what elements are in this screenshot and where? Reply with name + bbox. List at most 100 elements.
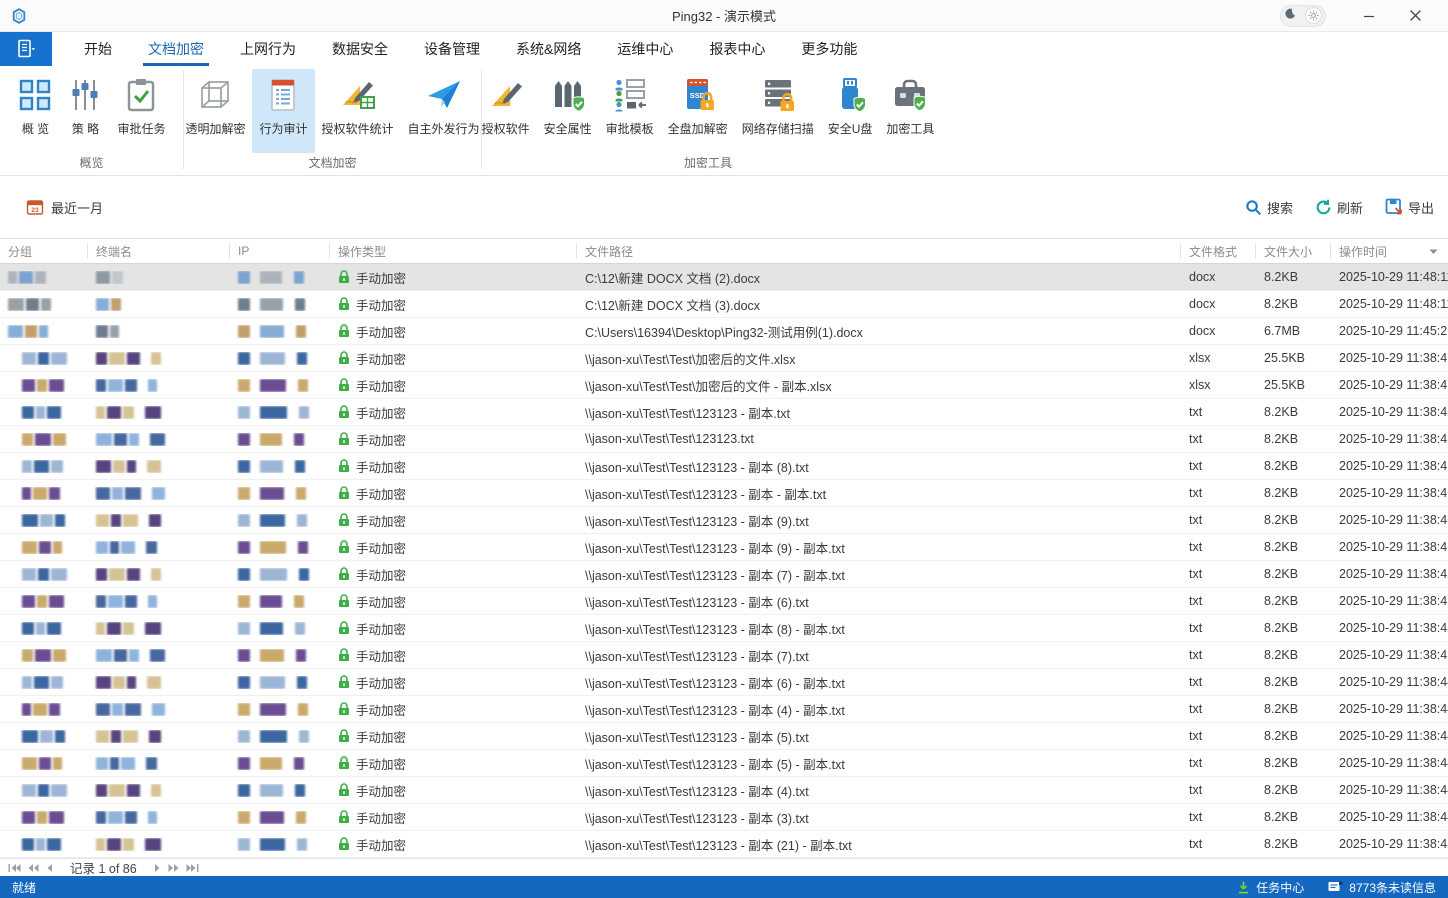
first-page-button[interactable] bbox=[8, 863, 21, 873]
table-row[interactable]: 手动加密 \\jason-xu\Test\Test\123123 - 副本 (8)… bbox=[0, 453, 1448, 480]
table-row[interactable]: 手动加密 C:\12\新建 DOCX 文档 (2).docx docx 8.2KB 20… bbox=[0, 264, 1448, 291]
redacted-group-cell bbox=[0, 837, 88, 851]
file-size-cell: 8.2KB bbox=[1264, 756, 1299, 770]
redacted-group-cell bbox=[0, 729, 88, 743]
column-header-group[interactable]: 分组 bbox=[0, 243, 88, 259]
download-icon bbox=[1239, 881, 1249, 893]
column-header-file-path[interactable]: 文件路径 bbox=[577, 243, 1181, 259]
tab-start[interactable]: 开始 bbox=[66, 32, 130, 66]
table-row[interactable]: 手动加密 \\jason-xu\Test\Test\123123 - 副本 (21… bbox=[0, 831, 1448, 858]
table-row[interactable]: 手动加密 C:\12\新建 DOCX 文档 (3).docx docx 8.2KB 20… bbox=[0, 291, 1448, 318]
table-row[interactable]: 手动加密 \\jason-xu\Test\Test\加密后的文件.xlsx xlsx… bbox=[0, 345, 1448, 372]
minimize-button[interactable] bbox=[1348, 3, 1390, 29]
table-row[interactable]: 手动加密 C:\Users\16394\Desktop\Ping32-测试用例(1… bbox=[0, 318, 1448, 345]
ribbon-button-full-disk-encryption[interactable]: SSD 全盘加解密 bbox=[661, 69, 735, 153]
column-header-terminal[interactable]: 终端名 bbox=[88, 243, 230, 259]
ribbon-button-policy[interactable]: 策 略 bbox=[60, 69, 110, 153]
tab-more-features[interactable]: 更多功能 bbox=[783, 32, 875, 66]
lock-icon bbox=[339, 621, 349, 634]
file-path-cell: C:\Users\16394\Desktop\Ping32-测试用例(1).do… bbox=[585, 325, 863, 340]
table-row[interactable]: 手动加密 \\jason-xu\Test\Test\123123 - 副本 (8)… bbox=[0, 615, 1448, 642]
table-row[interactable]: 手动加密 \\jason-xu\Test\Test\加密后的文件 - 副本.xls… bbox=[0, 372, 1448, 399]
table-row[interactable]: 手动加密 \\jason-xu\Test\Test\123123 - 副本 (4)… bbox=[0, 777, 1448, 804]
next-group-button[interactable] bbox=[168, 863, 179, 873]
ribbon-group-encryption-tools: 授权软件 安全属性 审批模板 SSD 全盘加解密 网络存储扫描 安全U盘 加密工… bbox=[482, 66, 934, 175]
table-row[interactable]: 手动加密 \\jason-xu\Test\Test\123123 - 副本 (4)… bbox=[0, 696, 1448, 723]
column-header-operation-time[interactable]: 操作时间 bbox=[1331, 243, 1448, 259]
ribbon-button-approval-templates[interactable]: 审批模板 bbox=[599, 69, 661, 153]
tab-device-management[interactable]: 设备管理 bbox=[406, 32, 498, 66]
column-header-file-format[interactable]: 文件格式 bbox=[1181, 243, 1256, 259]
file-format-cell: txt bbox=[1189, 513, 1203, 527]
table-row[interactable]: 手动加密 \\jason-xu\Test\Test\123123 - 副本 (7)… bbox=[0, 561, 1448, 588]
tab-data-security[interactable]: 数据安全 bbox=[314, 32, 406, 66]
ribbon-button-behavior-audit[interactable]: 行为审计 bbox=[252, 69, 315, 153]
prev-page-button[interactable] bbox=[46, 863, 53, 873]
tab-report-center[interactable]: 报表中心 bbox=[691, 32, 783, 66]
table-row[interactable]: 手动加密 \\jason-xu\Test\Test\123123 - 副本 (3)… bbox=[0, 804, 1448, 831]
app-menu-button[interactable] bbox=[0, 32, 52, 66]
window-title: Ping32 - 演示模式 bbox=[671, 9, 777, 24]
app-window: Ping32 - 演示模式 开始 文档加密 上网行为 数据安全 设备管理 系统&… bbox=[0, 0, 1448, 898]
lock-icon bbox=[339, 675, 349, 688]
theme-toggle[interactable] bbox=[1280, 4, 1326, 27]
paper-plane-icon bbox=[426, 77, 462, 113]
export-button[interactable]: 导出 bbox=[1385, 198, 1434, 217]
file-format-cell: txt bbox=[1189, 702, 1203, 716]
column-filter-arrow-icon[interactable] bbox=[1429, 244, 1438, 258]
ribbon-button-secure-usb[interactable]: 安全U盘 bbox=[821, 69, 880, 153]
column-header-file-size[interactable]: 文件大小 bbox=[1256, 243, 1331, 259]
unread-messages-button[interactable]: 8773条未读信息 bbox=[1328, 879, 1436, 896]
table-row[interactable]: 手动加密 \\jason-xu\Test\Test\123123 - 副本 - 副… bbox=[0, 480, 1448, 507]
ribbon-button-encryption-tools[interactable]: 加密工具 bbox=[879, 69, 941, 153]
operation-type-label: 手动加密 bbox=[356, 676, 407, 691]
task-center-button[interactable]: 任务中心 bbox=[1237, 879, 1304, 896]
ribbon-button-network-storage-scan[interactable]: 网络存储扫描 bbox=[735, 69, 821, 153]
redacted-ip-cell bbox=[230, 729, 330, 743]
ribbon-button-security-attributes[interactable]: 安全属性 bbox=[537, 69, 599, 153]
table-row[interactable]: 手动加密 \\jason-xu\Test\Test\123123 - 副本 (6)… bbox=[0, 669, 1448, 696]
file-format-cell: xlsx bbox=[1189, 351, 1211, 365]
table-row[interactable]: 手动加密 \\jason-xu\Test\Test\123123 - 副本 (7)… bbox=[0, 642, 1448, 669]
redacted-ip-cell bbox=[230, 378, 330, 392]
tab-system-network[interactable]: 系统&网络 bbox=[498, 32, 599, 66]
ribbon-button-self-outgoing-behavior[interactable]: 自主外发行为 bbox=[401, 69, 487, 153]
redacted-group-cell bbox=[0, 567, 88, 581]
search-button[interactable]: 搜索 bbox=[1245, 198, 1293, 217]
table-row[interactable]: 手动加密 \\jason-xu\Test\Test\123123 - 副本 (9)… bbox=[0, 507, 1448, 534]
redacted-group-cell bbox=[0, 540, 88, 554]
file-format-cell: txt bbox=[1189, 567, 1203, 581]
operation-type-label: 手动加密 bbox=[356, 568, 407, 583]
last-page-button[interactable] bbox=[186, 863, 199, 873]
next-page-button[interactable] bbox=[154, 863, 161, 873]
column-header-ip[interactable]: IP bbox=[230, 243, 330, 259]
file-size-cell: 8.2KB bbox=[1264, 621, 1299, 635]
date-range-filter[interactable]: 23 最近一月 bbox=[26, 198, 103, 217]
prev-group-button[interactable] bbox=[28, 863, 39, 873]
ribbon-button-approval-tasks[interactable]: 审批任务 bbox=[110, 69, 172, 153]
redacted-ip-cell bbox=[230, 756, 330, 770]
file-size-cell: 8.2KB bbox=[1264, 648, 1299, 662]
tab-internet-behavior[interactable]: 上网行为 bbox=[222, 32, 314, 66]
ribbon-button-overview[interactable]: 概 览 bbox=[10, 69, 60, 153]
table-row[interactable]: 手动加密 \\jason-xu\Test\Test\123123 - 副本.txt… bbox=[0, 399, 1448, 426]
table-row[interactable]: 手动加密 \\jason-xu\Test\Test\123123.txt txt 8.… bbox=[0, 426, 1448, 453]
redacted-terminal-name-cell bbox=[88, 675, 230, 689]
close-button[interactable] bbox=[1394, 3, 1436, 29]
table-row[interactable]: 手动加密 \\jason-xu\Test\Test\123123 - 副本 (5)… bbox=[0, 723, 1448, 750]
ribbon-button-authorized-software-stats[interactable]: 授权软件统计 bbox=[315, 69, 401, 153]
column-header-operation-type[interactable]: 操作类型 bbox=[330, 243, 577, 259]
ribbon-button-transparent-encryption[interactable]: 透明加解密 bbox=[178, 69, 252, 153]
table-row[interactable]: 手动加密 \\jason-xu\Test\Test\123123 - 副本 (5)… bbox=[0, 750, 1448, 777]
file-format-cell: txt bbox=[1189, 540, 1203, 554]
refresh-button[interactable]: 刷新 bbox=[1315, 198, 1363, 217]
table-row[interactable]: 手动加密 \\jason-xu\Test\Test\123123 - 副本 (9)… bbox=[0, 534, 1448, 561]
operation-type-label: 手动加密 bbox=[356, 379, 407, 394]
tab-operations-center[interactable]: 运维中心 bbox=[599, 32, 691, 66]
file-size-cell: 6.7MB bbox=[1264, 324, 1301, 338]
tab-document-encryption[interactable]: 文档加密 bbox=[130, 32, 222, 66]
ribbon-button-authorized-software[interactable]: 授权软件 bbox=[475, 69, 537, 153]
table-row[interactable]: 手动加密 \\jason-xu\Test\Test\123123 - 副本 (6)… bbox=[0, 588, 1448, 615]
file-path-cell: \\jason-xu\Test\Test\123123 - 副本 (21) - … bbox=[585, 838, 852, 853]
file-size-cell: 8.2KB bbox=[1264, 594, 1299, 608]
